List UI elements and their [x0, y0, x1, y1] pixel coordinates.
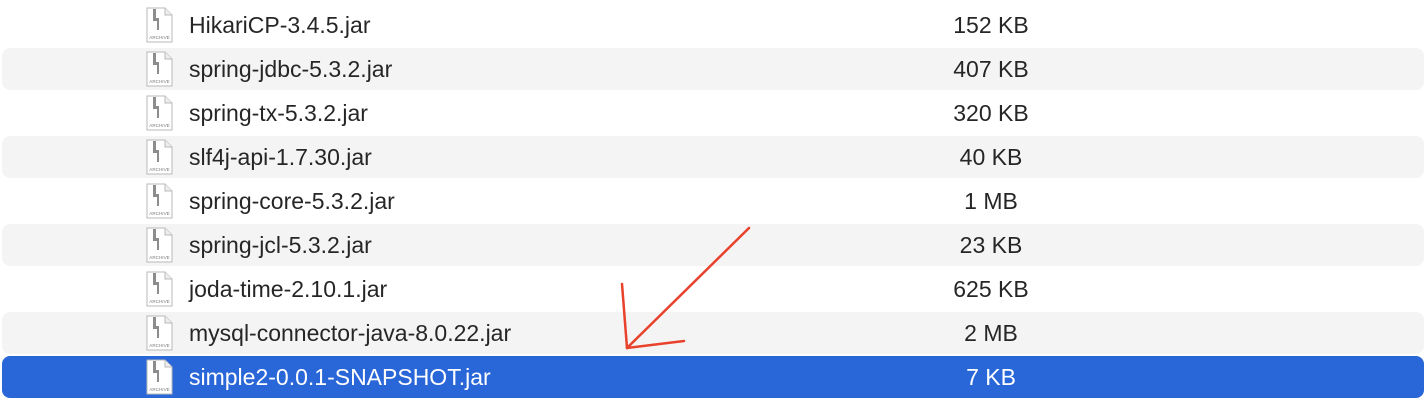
- file-size: 7 KB: [966, 364, 1016, 390]
- file-size: 23 KB: [959, 232, 1023, 258]
- archive-file-icon: ARCHIVE: [146, 139, 173, 175]
- icon-label: ARCHIVE: [149, 79, 169, 84]
- file-name: spring-tx-5.3.2.jar: [189, 100, 368, 126]
- file-name: spring-jcl-5.3.2.jar: [189, 232, 372, 258]
- icon-label: ARCHIVE: [149, 211, 169, 216]
- file-name: spring-core-5.3.2.jar: [189, 188, 395, 214]
- file-row[interactable]: ARCHIVE spring-jdbc-5.3.2.jar 407 KB: [2, 48, 1424, 90]
- file-size: 40 KB: [959, 144, 1023, 170]
- file-size: 320 KB: [953, 100, 1029, 126]
- archive-file-icon: ARCHIVE: [146, 227, 173, 263]
- icon-label: ARCHIVE: [149, 299, 169, 304]
- file-size: 407 KB: [953, 56, 1029, 82]
- file-row[interactable]: ARCHIVE spring-tx-5.3.2.jar 320 KB: [2, 92, 1424, 134]
- file-name: joda-time-2.10.1.jar: [189, 276, 388, 302]
- file-list: ARCHIVE HikariCP-3.4.5.jar 152 KB ARCHIVE sp…: [0, 0, 1424, 402]
- file-name: slf4j-api-1.7.30.jar: [189, 144, 372, 170]
- icon-label: ARCHIVE: [149, 255, 169, 260]
- archive-file-icon: ARCHIVE: [146, 51, 173, 87]
- icon-label: ARCHIVE: [149, 123, 169, 128]
- file-name: simple2-0.0.1-SNAPSHOT.jar: [189, 364, 491, 390]
- icon-label: ARCHIVE: [149, 343, 169, 348]
- archive-file-icon: ARCHIVE: [146, 7, 173, 43]
- archive-file-icon: ARCHIVE: [146, 183, 173, 219]
- file-name: HikariCP-3.4.5.jar: [189, 12, 371, 38]
- file-row[interactable]: ARCHIVE joda-time-2.10.1.jar 625 KB: [2, 268, 1424, 310]
- file-row[interactable]: ARCHIVE slf4j-api-1.7.30.jar 40 KB: [2, 136, 1424, 178]
- archive-file-icon: ARCHIVE: [146, 271, 173, 307]
- archive-file-icon: ARCHIVE: [146, 359, 173, 395]
- file-size: 2 MB: [964, 320, 1018, 346]
- archive-file-icon: ARCHIVE: [146, 315, 173, 351]
- file-row[interactable]: ARCHIVE simple2-0.0.1-SNAPSHOT.jar 7 KB: [2, 356, 1424, 398]
- icon-label: ARCHIVE: [149, 167, 169, 172]
- file-size: 625 KB: [953, 276, 1029, 302]
- file-size: 1 MB: [964, 188, 1018, 214]
- file-row[interactable]: ARCHIVE spring-jcl-5.3.2.jar 23 KB: [2, 224, 1424, 266]
- file-row[interactable]: ARCHIVE spring-core-5.3.2.jar 1 MB: [2, 180, 1424, 222]
- icon-label: ARCHIVE: [149, 387, 169, 392]
- file-row[interactable]: ARCHIVE HikariCP-3.4.5.jar 152 KB: [2, 4, 1424, 46]
- icon-label: ARCHIVE: [149, 35, 169, 40]
- file-size: 152 KB: [953, 12, 1029, 38]
- file-row[interactable]: ARCHIVE mysql-connector-java-8.0.22.jar 2 …: [2, 312, 1424, 354]
- file-name: spring-jdbc-5.3.2.jar: [189, 56, 393, 82]
- file-name: mysql-connector-java-8.0.22.jar: [189, 320, 512, 346]
- archive-file-icon: ARCHIVE: [146, 95, 173, 131]
